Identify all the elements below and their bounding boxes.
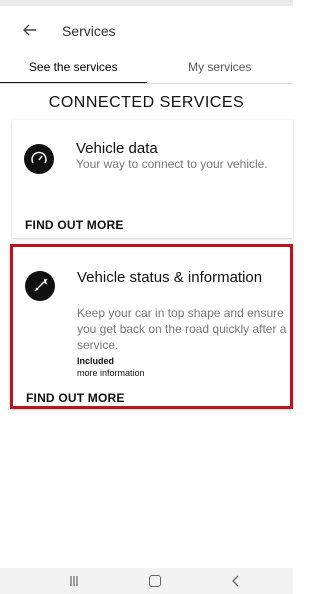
card-title: Vehicle data	[76, 140, 158, 157]
tab-my-services[interactable]: My services	[147, 52, 294, 84]
recents-icon[interactable]	[68, 575, 80, 587]
nav-back-icon[interactable]	[230, 574, 242, 588]
tab-bar: See the services My services	[0, 52, 293, 84]
home-icon[interactable]	[149, 575, 161, 587]
service-card-vehicle-data[interactable]: Vehicle data Your way to connect to your…	[12, 120, 293, 238]
speedometer-icon	[24, 144, 54, 174]
tab-divider	[0, 83, 293, 84]
page-title: Services	[62, 23, 116, 39]
app-bar: Services	[0, 0, 293, 52]
status-badge: Included	[77, 356, 115, 366]
service-card-vehicle-status[interactable]: Vehicle status & information Keep your c…	[10, 244, 293, 409]
more-information-link[interactable]: more information	[77, 368, 145, 378]
tab-see-the-services[interactable]: See the services	[0, 52, 147, 84]
find-out-more-link[interactable]: FIND OUT MORE	[25, 218, 124, 232]
system-nav-bar	[0, 568, 293, 594]
find-out-more-link[interactable]: FIND OUT MORE	[26, 391, 125, 405]
wrench-icon	[25, 271, 55, 301]
back-arrow-icon[interactable]	[22, 22, 38, 38]
section-title: CONNECTED SERVICES	[48, 94, 245, 111]
card-description: Keep your car in top shape and ensure yo…	[77, 306, 287, 352]
card-description: Your way to connect to your vehicle.	[76, 157, 268, 171]
card-title: Vehicle status & information	[77, 269, 263, 286]
